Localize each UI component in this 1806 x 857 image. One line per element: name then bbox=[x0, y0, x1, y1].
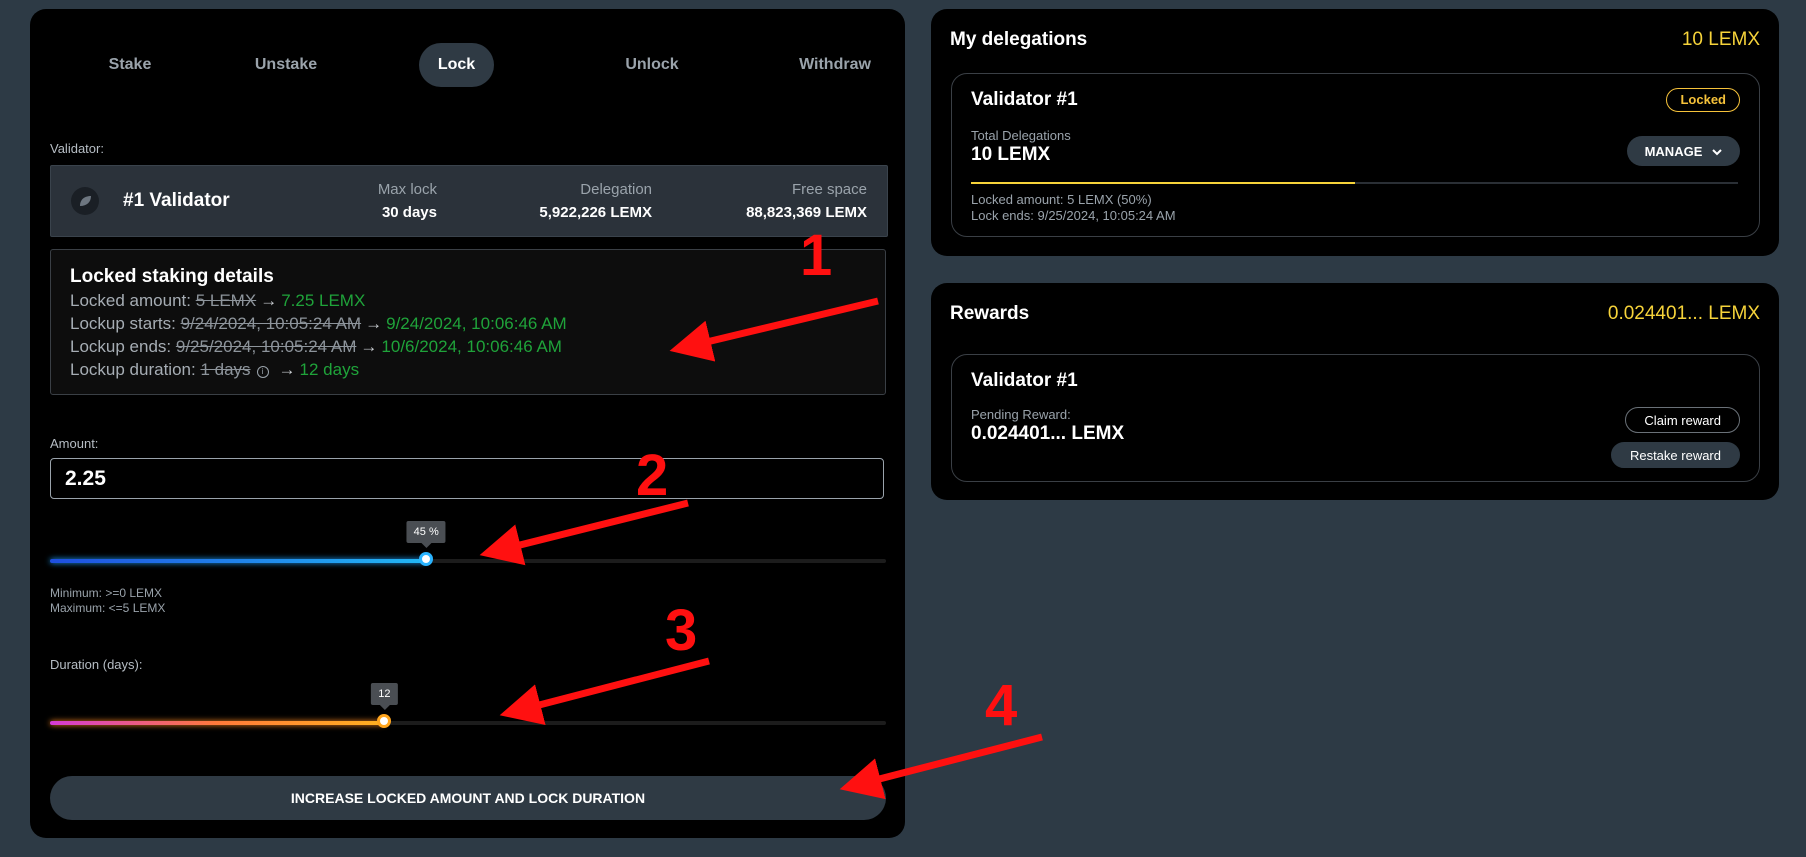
annotation-number-1: 1 bbox=[800, 223, 833, 288]
annotation-number-3: 3 bbox=[665, 598, 698, 663]
free-space-stat: Free space 88,823,369 LEMX bbox=[746, 181, 867, 221]
rewards-total: 0.024401... LEMX bbox=[1607, 303, 1760, 324]
arrow-right-icon: → bbox=[360, 337, 378, 356]
duration-slider-tooltip: 12 bbox=[371, 683, 398, 710]
lockup-duration-new: 12 days bbox=[299, 360, 360, 379]
lockup-ends-label: Lockup ends: bbox=[70, 337, 172, 356]
arrow-right-icon: → bbox=[365, 314, 383, 333]
manage-label: MANAGE bbox=[1644, 144, 1703, 160]
validator-logo-icon bbox=[71, 187, 99, 215]
locked-amount-new: 7.25 LEMX bbox=[281, 291, 366, 310]
amount-slider[interactable]: 45 % bbox=[50, 521, 886, 566]
duration-slider-thumb[interactable] bbox=[377, 714, 392, 728]
manage-button[interactable]: MANAGE bbox=[1626, 136, 1740, 166]
arrow-right-icon: → bbox=[278, 360, 296, 379]
free-space-label: Free space bbox=[791, 181, 867, 198]
lockup-starts-label: Lockup starts: bbox=[70, 314, 176, 333]
delegation-label: Delegation bbox=[580, 181, 652, 198]
lockup-duration-old: 1 days bbox=[200, 360, 251, 379]
locked-progress-bar bbox=[971, 182, 1738, 184]
tab-unlock[interactable]: Unlock bbox=[592, 43, 712, 87]
amount-label: Amount: bbox=[50, 436, 99, 451]
status-badge: Locked bbox=[1666, 88, 1740, 112]
claim-reward-button[interactable]: Claim reward bbox=[1625, 407, 1740, 433]
lockup-duration-line: Lockup duration: 1 days i → 12 days bbox=[70, 360, 359, 380]
total-delegations-value: 10 LEMX bbox=[971, 144, 1051, 165]
max-lock-stat: Max lock 30 days bbox=[378, 181, 437, 221]
delegation-value: 5,922,226 LEMX bbox=[539, 204, 652, 221]
delegations-total: 10 LEMX bbox=[1681, 29, 1760, 50]
arrow-right-icon: → bbox=[260, 291, 278, 310]
delegation-locked-amount: Locked amount: 5 LEMX (50%) bbox=[971, 192, 1152, 207]
lockup-ends-line: Lockup ends: 9/25/2024, 10:05:24 AM → 10/6… bbox=[70, 337, 562, 357]
tab-stake[interactable]: Stake bbox=[70, 43, 190, 87]
rewards-title: Rewards bbox=[950, 303, 1030, 324]
validator-selector[interactable]: #1 Validator Max lock 30 days Delegation… bbox=[50, 165, 888, 237]
annotation-number-2: 2 bbox=[636, 443, 669, 508]
total-delegations-label: Total Delegations bbox=[971, 128, 1071, 143]
amount-minimum: Minimum: >=0 LEMX bbox=[50, 586, 163, 600]
tab-unstake[interactable]: Unstake bbox=[226, 43, 346, 87]
tab-withdraw[interactable]: Withdraw bbox=[770, 43, 900, 87]
max-lock-label: Max lock bbox=[377, 181, 437, 198]
delegation-stat: Delegation 5,922,226 LEMX bbox=[539, 181, 652, 221]
info-icon[interactable]: i bbox=[256, 366, 269, 378]
rewards-panel: Rewards 0.024401... LEMX Validator #1 Pe… bbox=[931, 283, 1779, 500]
lockup-starts-line: Lockup starts: 9/24/2024, 10:05:24 AM → 9/… bbox=[70, 314, 567, 334]
amount-slider-thumb[interactable] bbox=[419, 552, 434, 566]
locked-amount-line: Locked amount: 5 LEMX → 7.25 LEMX bbox=[70, 291, 365, 311]
amount-input[interactable] bbox=[50, 458, 884, 499]
annotation-number-4: 4 bbox=[985, 673, 1018, 738]
locked-amount-old: 5 LEMX bbox=[195, 291, 257, 310]
duration-slider-fill bbox=[50, 721, 385, 725]
details-title: Locked staking details bbox=[70, 266, 274, 287]
increase-lock-button[interactable]: INCREASE LOCKED AMOUNT AND LOCK DURATION bbox=[50, 776, 886, 820]
locked-amount-label: Locked amount: bbox=[70, 291, 191, 310]
reward-card: Validator #1 Pending Reward: 0.024401...… bbox=[951, 354, 1760, 482]
amount-slider-fill bbox=[50, 559, 427, 563]
max-lock-value: 30 days bbox=[381, 204, 437, 221]
chevron-down-icon bbox=[1712, 144, 1722, 159]
restake-reward-button[interactable]: Restake reward bbox=[1610, 442, 1740, 468]
lockup-ends-new: 10/6/2024, 10:06:46 AM bbox=[381, 337, 562, 356]
delegation-card: Validator #1 Locked Total Delegations 10… bbox=[951, 73, 1760, 237]
amount-slider-tooltip: 45 % bbox=[406, 521, 446, 548]
lockup-starts-new: 9/24/2024, 10:06:46 AM bbox=[386, 314, 567, 333]
delegations-title: My delegations bbox=[950, 29, 1088, 50]
delegations-panel: My delegations 10 LEMX Validator #1 Lock… bbox=[931, 9, 1779, 256]
validator-name: #1 Validator bbox=[123, 190, 230, 211]
free-space-value: 88,823,369 LEMX bbox=[746, 204, 867, 221]
delegation-lock-ends: Lock ends: 9/25/2024, 10:05:24 AM bbox=[971, 208, 1176, 223]
pending-reward-value: 0.024401... LEMX bbox=[971, 423, 1125, 444]
validator-label: Validator: bbox=[50, 141, 104, 156]
lockup-ends-old: 9/25/2024, 10:05:24 AM bbox=[175, 337, 357, 356]
lockup-duration-label: Lockup duration: bbox=[70, 360, 196, 379]
locked-staking-details: Locked staking details Locked amount: 5 … bbox=[50, 249, 886, 395]
locked-progress-fill bbox=[971, 182, 1355, 184]
duration-slider[interactable]: 12 bbox=[50, 683, 886, 728]
lockup-starts-old: 9/24/2024, 10:05:24 AM bbox=[180, 314, 362, 333]
reward-card-title: Validator #1 bbox=[971, 370, 1078, 391]
pending-reward-label: Pending Reward: bbox=[971, 407, 1071, 422]
tab-lock[interactable]: Lock bbox=[419, 43, 494, 87]
duration-label: Duration (days): bbox=[50, 657, 143, 672]
delegation-card-title: Validator #1 bbox=[971, 89, 1078, 110]
amount-maximum: Maximum: <=5 LEMX bbox=[50, 601, 166, 615]
staking-form-panel: Stake Unstake Lock Unlock Withdraw Valid… bbox=[30, 9, 905, 838]
